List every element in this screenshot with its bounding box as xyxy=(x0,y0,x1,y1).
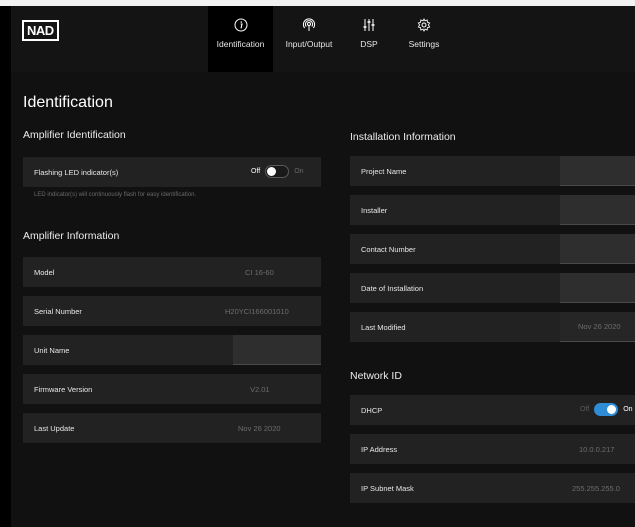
tab-settings[interactable]: Settings xyxy=(393,6,455,72)
dhcp-label: DHCP xyxy=(361,405,383,415)
toggle-on-label: On xyxy=(294,168,304,175)
dhcp-row: DHCP Off On xyxy=(350,395,635,425)
firmware-version-value: V2.01 xyxy=(250,384,270,394)
flashing-led-toggle[interactable]: Off On xyxy=(251,165,304,178)
broadcast-icon xyxy=(302,18,316,31)
date-of-installation-input[interactable] xyxy=(560,273,635,303)
page-title: Identification xyxy=(23,94,113,111)
ip-subnet-mask-value: 255.255.255.0 xyxy=(572,483,620,493)
last-update-row: Last Update Nov 26 2020 xyxy=(23,413,321,443)
info-icon xyxy=(234,18,247,32)
firmware-version-label: Firmware Version xyxy=(34,384,93,394)
serial-number-label: Serial Number xyxy=(34,306,82,316)
unit-name-label: Unit Name xyxy=(34,345,70,355)
last-modified-label: Last Modified xyxy=(361,322,406,332)
tab-identification[interactable]: Identification xyxy=(208,6,273,72)
tab-input-output[interactable]: Input/Output xyxy=(273,6,345,72)
toggle-on-label: On xyxy=(623,406,633,413)
main-tabs: Identification Input/Output DSP Settings xyxy=(208,6,455,72)
ip-subnet-mask-row: IP Subnet Mask 255.255.255.0 xyxy=(350,473,635,503)
project-name-input[interactable] xyxy=(560,156,635,186)
last-modified-row: Last Modified Nov 26 2020 xyxy=(350,312,635,342)
toggle-switch[interactable] xyxy=(265,165,290,178)
last-update-value: Nov 26 2020 xyxy=(238,423,281,433)
project-name-label: Project Name xyxy=(361,166,407,176)
ip-address-row: IP Address 10.0.0.217 xyxy=(350,434,635,464)
project-name-row: Project Name xyxy=(350,156,635,186)
contact-number-input[interactable] xyxy=(560,234,635,264)
model-row: Model CI 16-60 xyxy=(23,257,321,287)
model-label: Model xyxy=(34,267,55,277)
amplifier-identification-title: Amplifier Identification xyxy=(23,129,126,141)
ip-subnet-mask-label: IP Subnet Mask xyxy=(361,483,414,493)
flashing-led-label: Flashing LED indicator(s) xyxy=(34,167,119,177)
tab-label: DSP xyxy=(360,39,378,49)
serial-number-row: Serial Number H20YCI166001010 xyxy=(23,296,321,326)
sliders-icon xyxy=(363,19,375,31)
installer-input[interactable] xyxy=(560,195,635,225)
toggle-switch[interactable] xyxy=(594,403,619,416)
led-note: LED indicator(s) will continuously flash… xyxy=(34,192,197,198)
nad-logo: NAD xyxy=(22,20,59,41)
last-update-label: Last Update xyxy=(34,423,75,433)
flashing-led-row: Flashing LED indicator(s) Off On xyxy=(23,157,321,187)
unit-name-row: Unit Name xyxy=(23,335,321,365)
last-modified-value: Nov 26 2020 xyxy=(578,322,621,331)
toggle-knob xyxy=(267,167,277,176)
ip-address-label: IP Address xyxy=(361,444,398,454)
date-of-installation-row: Date of Installation xyxy=(350,273,635,303)
tab-dsp[interactable]: DSP xyxy=(345,6,393,72)
contact-number-row: Contact Number xyxy=(350,234,635,264)
header-bar: NAD Identification Input/Output DSP Sett… xyxy=(11,6,635,72)
amplifier-information-title: Amplifier Information xyxy=(23,230,120,242)
contact-number-label: Contact Number xyxy=(361,244,416,254)
firmware-version-row: Firmware Version V2.01 xyxy=(23,374,321,404)
toggle-off-label: Off xyxy=(580,406,590,413)
installer-label: Installer xyxy=(361,205,388,215)
installation-information-title: Installation Information xyxy=(350,131,456,143)
installer-row: Installer xyxy=(350,195,635,225)
ip-address-value: 10.0.0.217 xyxy=(579,444,615,454)
model-value: CI 16-60 xyxy=(245,267,274,277)
dhcp-toggle[interactable]: Off On xyxy=(580,403,633,416)
tab-label: Settings xyxy=(408,39,440,49)
gear-icon xyxy=(417,18,431,32)
toggle-knob xyxy=(607,405,617,414)
network-id-title: Network ID xyxy=(350,370,402,382)
date-of-installation-label: Date of Installation xyxy=(361,283,424,293)
tab-label: Input/Output xyxy=(285,39,333,49)
last-modified-field: Nov 26 2020 xyxy=(560,312,635,342)
serial-number-value: H20YCI166001010 xyxy=(225,306,289,316)
toggle-off-label: Off xyxy=(251,168,261,175)
unit-name-input[interactable] xyxy=(233,335,321,365)
tab-label: Identification xyxy=(216,39,265,49)
main-panel: Identification Amplifier Identification … xyxy=(11,72,635,527)
